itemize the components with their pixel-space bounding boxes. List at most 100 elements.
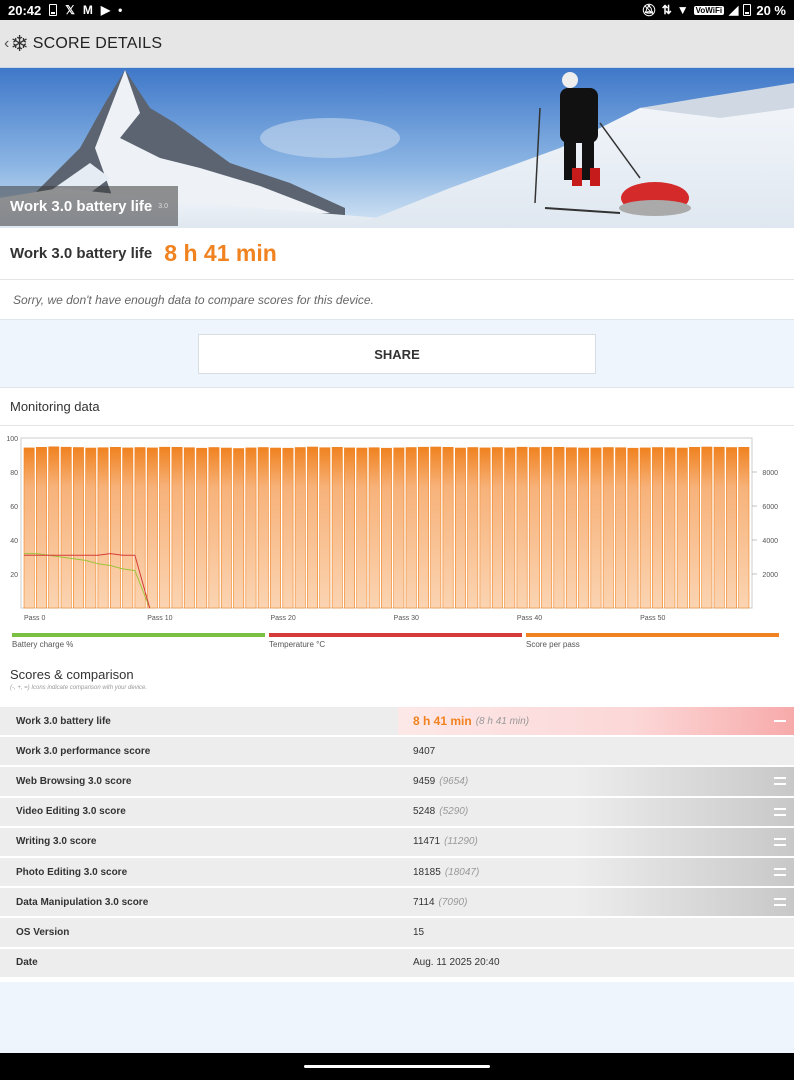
score-compare: (7090) bbox=[438, 896, 468, 908]
x-axis-tick: Pass 20 bbox=[270, 615, 295, 622]
left-axis-tick: 80 bbox=[10, 470, 18, 477]
gmail-icon: M bbox=[82, 3, 93, 17]
score-value-cell: 8 h 41 min (8 h 41 min) bbox=[398, 707, 794, 736]
score-bar bbox=[701, 446, 713, 609]
score-bar bbox=[220, 447, 232, 609]
score-bar bbox=[319, 447, 331, 609]
score-row-date: Date Aug. 11 2025 20:40 bbox=[0, 947, 794, 978]
score-bar bbox=[257, 447, 269, 609]
score-label: Video Editing 3.0 score bbox=[16, 806, 126, 818]
score-bar bbox=[23, 447, 35, 609]
score-bar bbox=[331, 447, 343, 609]
score-bar bbox=[146, 447, 158, 609]
score-bar bbox=[344, 447, 355, 609]
score-bar bbox=[602, 447, 614, 609]
score-bar bbox=[417, 446, 429, 609]
score-value-cell: Aug. 11 2025 20:40 bbox=[398, 949, 794, 977]
score-bar bbox=[159, 446, 171, 609]
snowflake-icon[interactable]: ❄ bbox=[10, 31, 28, 57]
home-gesture-handle[interactable] bbox=[304, 1065, 490, 1068]
result-value: 8 h 41 min bbox=[164, 240, 277, 266]
score-bar bbox=[664, 447, 676, 609]
score-label: Photo Editing 3.0 score bbox=[16, 866, 128, 878]
score-bar bbox=[196, 447, 208, 609]
score-value: 7114 bbox=[413, 896, 435, 908]
score-bar bbox=[73, 447, 84, 609]
equal-icon bbox=[774, 898, 786, 907]
score-value: Aug. 11 2025 20:40 bbox=[413, 957, 500, 969]
monitoring-chart: 100 80 60 40 20 8000 6000 4000 2000 Pass 0 Pass 10… bbox=[0, 434, 794, 624]
legend-battery-label: Battery charge % bbox=[12, 640, 74, 649]
score-row-web-browsing: Web Browsing 3.0 score 9459 (9654) bbox=[0, 766, 794, 797]
mute-icon: 🔕︎ bbox=[641, 3, 657, 17]
score-value-cell: 9459 (9654) bbox=[398, 767, 794, 796]
score-compare: (8 h 41 min) bbox=[475, 715, 530, 727]
score-row-photo-editing: Photo Editing 3.0 score 18185 (18047) bbox=[0, 856, 794, 888]
score-row-video-editing: Video Editing 3.0 score 5248 (5290) bbox=[0, 796, 794, 827]
data-arrows-icon: ⇅ bbox=[661, 3, 672, 17]
score-value-cell: 5248 (5290) bbox=[398, 797, 794, 826]
score-bar bbox=[171, 447, 183, 609]
scores-table: Work 3.0 battery life 8 h 41 min (8 h 41… bbox=[0, 706, 794, 978]
hero-banner: Work 3.0 battery life 3.0 bbox=[0, 68, 794, 228]
score-bar bbox=[430, 446, 442, 609]
wifi-icon: ▼ bbox=[676, 3, 689, 17]
left-axis-tick: 100 bbox=[6, 436, 18, 443]
hero-caption: Work 3.0 battery life 3.0 bbox=[0, 186, 179, 226]
dot-icon: • bbox=[118, 3, 123, 17]
equal-icon bbox=[774, 868, 786, 877]
score-row-os-version: OS Version 15 bbox=[0, 917, 794, 948]
scores-hint: (-, +, =) Icons indicate comparison with… bbox=[10, 685, 148, 691]
legend-score-swatch bbox=[526, 633, 779, 637]
score-bar bbox=[590, 447, 602, 609]
score-bar bbox=[726, 447, 738, 609]
share-button[interactable]: SHARE bbox=[198, 334, 596, 374]
score-bar bbox=[516, 446, 528, 609]
legend-score: Score per pass bbox=[526, 633, 779, 649]
score-row-writing: Writing 3.0 score 11471 (11290) bbox=[0, 826, 794, 857]
score-value-cell: 18185 (18047) bbox=[398, 857, 794, 887]
score-value-cell: 7114 (7090) bbox=[398, 888, 794, 917]
score-value: 5248 bbox=[413, 806, 436, 818]
back-chevron-icon[interactable]: ‹ bbox=[4, 35, 9, 53]
score-row-battery-life: Work 3.0 battery life 8 h 41 min (8 h 41… bbox=[0, 706, 794, 737]
score-bar bbox=[97, 447, 109, 609]
score-bar bbox=[713, 446, 725, 609]
navigation-bar bbox=[0, 1053, 794, 1080]
legend-temperature: Temperature °C bbox=[269, 633, 522, 649]
score-row-performance: Work 3.0 performance score 9407 bbox=[0, 736, 794, 767]
score-bar bbox=[442, 447, 454, 609]
score-bar bbox=[380, 447, 392, 609]
chart-legend: Battery charge % Temperature °C Score pe… bbox=[12, 633, 779, 649]
score-compare: (18047) bbox=[444, 866, 480, 878]
left-axis-tick: 40 bbox=[10, 538, 18, 545]
score-compare: (11290) bbox=[444, 836, 478, 848]
score-bar bbox=[553, 447, 565, 609]
result-row: Work 3.0 battery life 8 h 41 min bbox=[0, 228, 794, 280]
score-bar bbox=[356, 447, 368, 609]
scores-title: Scores & comparison bbox=[10, 667, 134, 682]
monitoring-card: Monitoring data 100 80 60 40 20 8000 6000 4000 2… bbox=[0, 387, 794, 982]
x-axis-tick: Pass 40 bbox=[517, 615, 542, 622]
x-axis-tick: Pass 0 bbox=[24, 615, 46, 622]
vowifi-icon: VoWiFi bbox=[693, 5, 725, 15]
signal-icon: ◢ bbox=[729, 3, 739, 17]
status-bar: 20:42 𝕏 M ▶ • 🔕︎ ⇅ ▼ VoWiFi ◢ 20 % bbox=[0, 0, 794, 20]
equal-icon bbox=[774, 807, 786, 816]
legend-score-label: Score per pass bbox=[526, 640, 580, 649]
left-axis-tick: 60 bbox=[10, 504, 18, 511]
score-value-cell: 9407 bbox=[398, 737, 794, 765]
score-bar bbox=[233, 448, 245, 609]
score-label: OS Version bbox=[16, 926, 70, 938]
hero-title: Work 3.0 battery life bbox=[10, 197, 153, 215]
score-row-data-manipulation: Data Manipulation 3.0 score 7114 (7090) bbox=[0, 887, 794, 918]
legend-temperature-swatch bbox=[269, 633, 522, 637]
score-bar bbox=[368, 447, 380, 609]
score-bar bbox=[245, 447, 257, 609]
battery-level: 20 % bbox=[756, 2, 786, 18]
right-axis-tick: 6000 bbox=[762, 504, 778, 511]
monitoring-title: Monitoring data bbox=[0, 388, 794, 426]
score-bar bbox=[270, 447, 281, 609]
equal-icon bbox=[774, 837, 786, 846]
youtube-icon: ▶ bbox=[100, 3, 111, 17]
